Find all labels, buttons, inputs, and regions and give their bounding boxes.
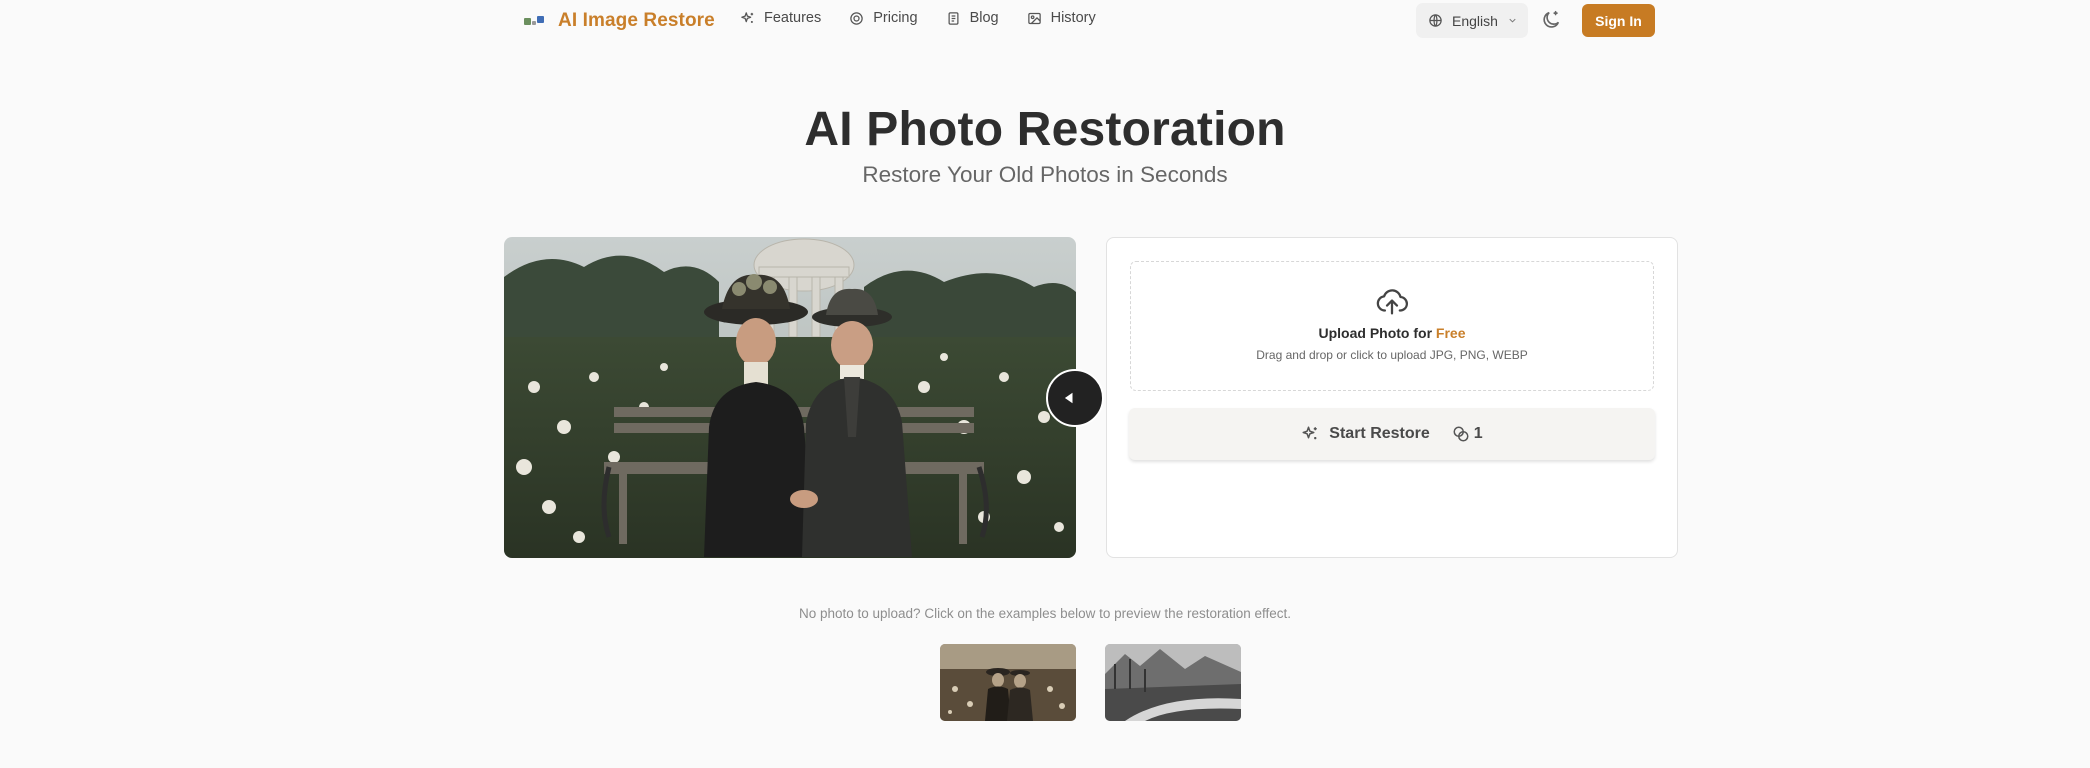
language-selector[interactable]: English (1416, 3, 1528, 38)
nav-links: Features Pricing Blog History (740, 10, 1096, 26)
upload-title-free: Free (1435, 325, 1466, 341)
start-restore-button[interactable]: Start Restore 1 (1129, 408, 1655, 460)
upload-title: Upload Photo for Free (1131, 325, 1653, 341)
nav-pricing[interactable]: Pricing (849, 10, 918, 26)
upload-dropzone[interactable]: Upload Photo for Free Drag and drop or c… (1130, 261, 1654, 391)
start-restore-label: Start Restore (1329, 425, 1430, 442)
upload-panel: Upload Photo for Free Drag and drop or c… (1106, 237, 1678, 558)
image-icon (1027, 12, 1041, 24)
top-navigation: AI Image Restore Features Pricing Blog H… (0, 0, 2090, 42)
theme-toggle-button[interactable] (1540, 9, 1562, 31)
upload-hint: Drag and drop or click to upload JPG, PN… (1256, 348, 1528, 362)
nav-blog[interactable]: Blog (946, 10, 999, 26)
nav-pricing-label: Pricing (873, 10, 918, 26)
before-after-preview[interactable] (504, 237, 1076, 558)
brand[interactable]: AI Image Restore (524, 7, 715, 35)
nav-history[interactable]: History (1027, 10, 1096, 26)
example-landscape-image (1105, 644, 1241, 721)
example-couple-image (940, 644, 1076, 721)
restored-couple-photo (504, 237, 1076, 558)
chevron-down-icon (1509, 18, 1516, 23)
sign-in-button[interactable]: Sign In (1582, 4, 1655, 37)
examples-hint: No photo to upload? Click on the example… (798, 606, 1292, 621)
cloud-upload-icon (1376, 289, 1409, 315)
sparkles-icon (741, 11, 754, 23)
compare-slider-handle[interactable] (1046, 369, 1104, 427)
example-thumbnail-couple[interactable] (940, 644, 1076, 721)
globe-icon (1429, 14, 1442, 27)
nav-blog-label: Blog (969, 10, 999, 26)
coin-icon (850, 11, 863, 25)
language-selected: English (1452, 12, 1498, 29)
nav-features[interactable]: Features (740, 10, 821, 26)
credit-cost-value: 1 (1473, 425, 1483, 442)
document-icon (948, 11, 959, 25)
nav-history-label: History (1050, 10, 1096, 26)
sparkles-icon (1302, 426, 1318, 440)
upload-title-prefix: Upload Photo for (1318, 325, 1436, 341)
coins-icon (1453, 426, 1469, 442)
brand-name: AI Image Restore (558, 10, 715, 31)
nav-features-label: Features (764, 10, 822, 26)
credit-cost: 1 (1452, 425, 1483, 443)
arrow-left-icon (1064, 392, 1073, 404)
example-thumbnail-landscape[interactable] (1105, 644, 1241, 721)
brand-logo-icon (524, 13, 546, 29)
page-title: AI Photo Restoration (804, 103, 1286, 156)
page-subtitle: Restore Your Old Photos in Seconds (862, 162, 1228, 187)
moon-icon (1543, 10, 1560, 28)
